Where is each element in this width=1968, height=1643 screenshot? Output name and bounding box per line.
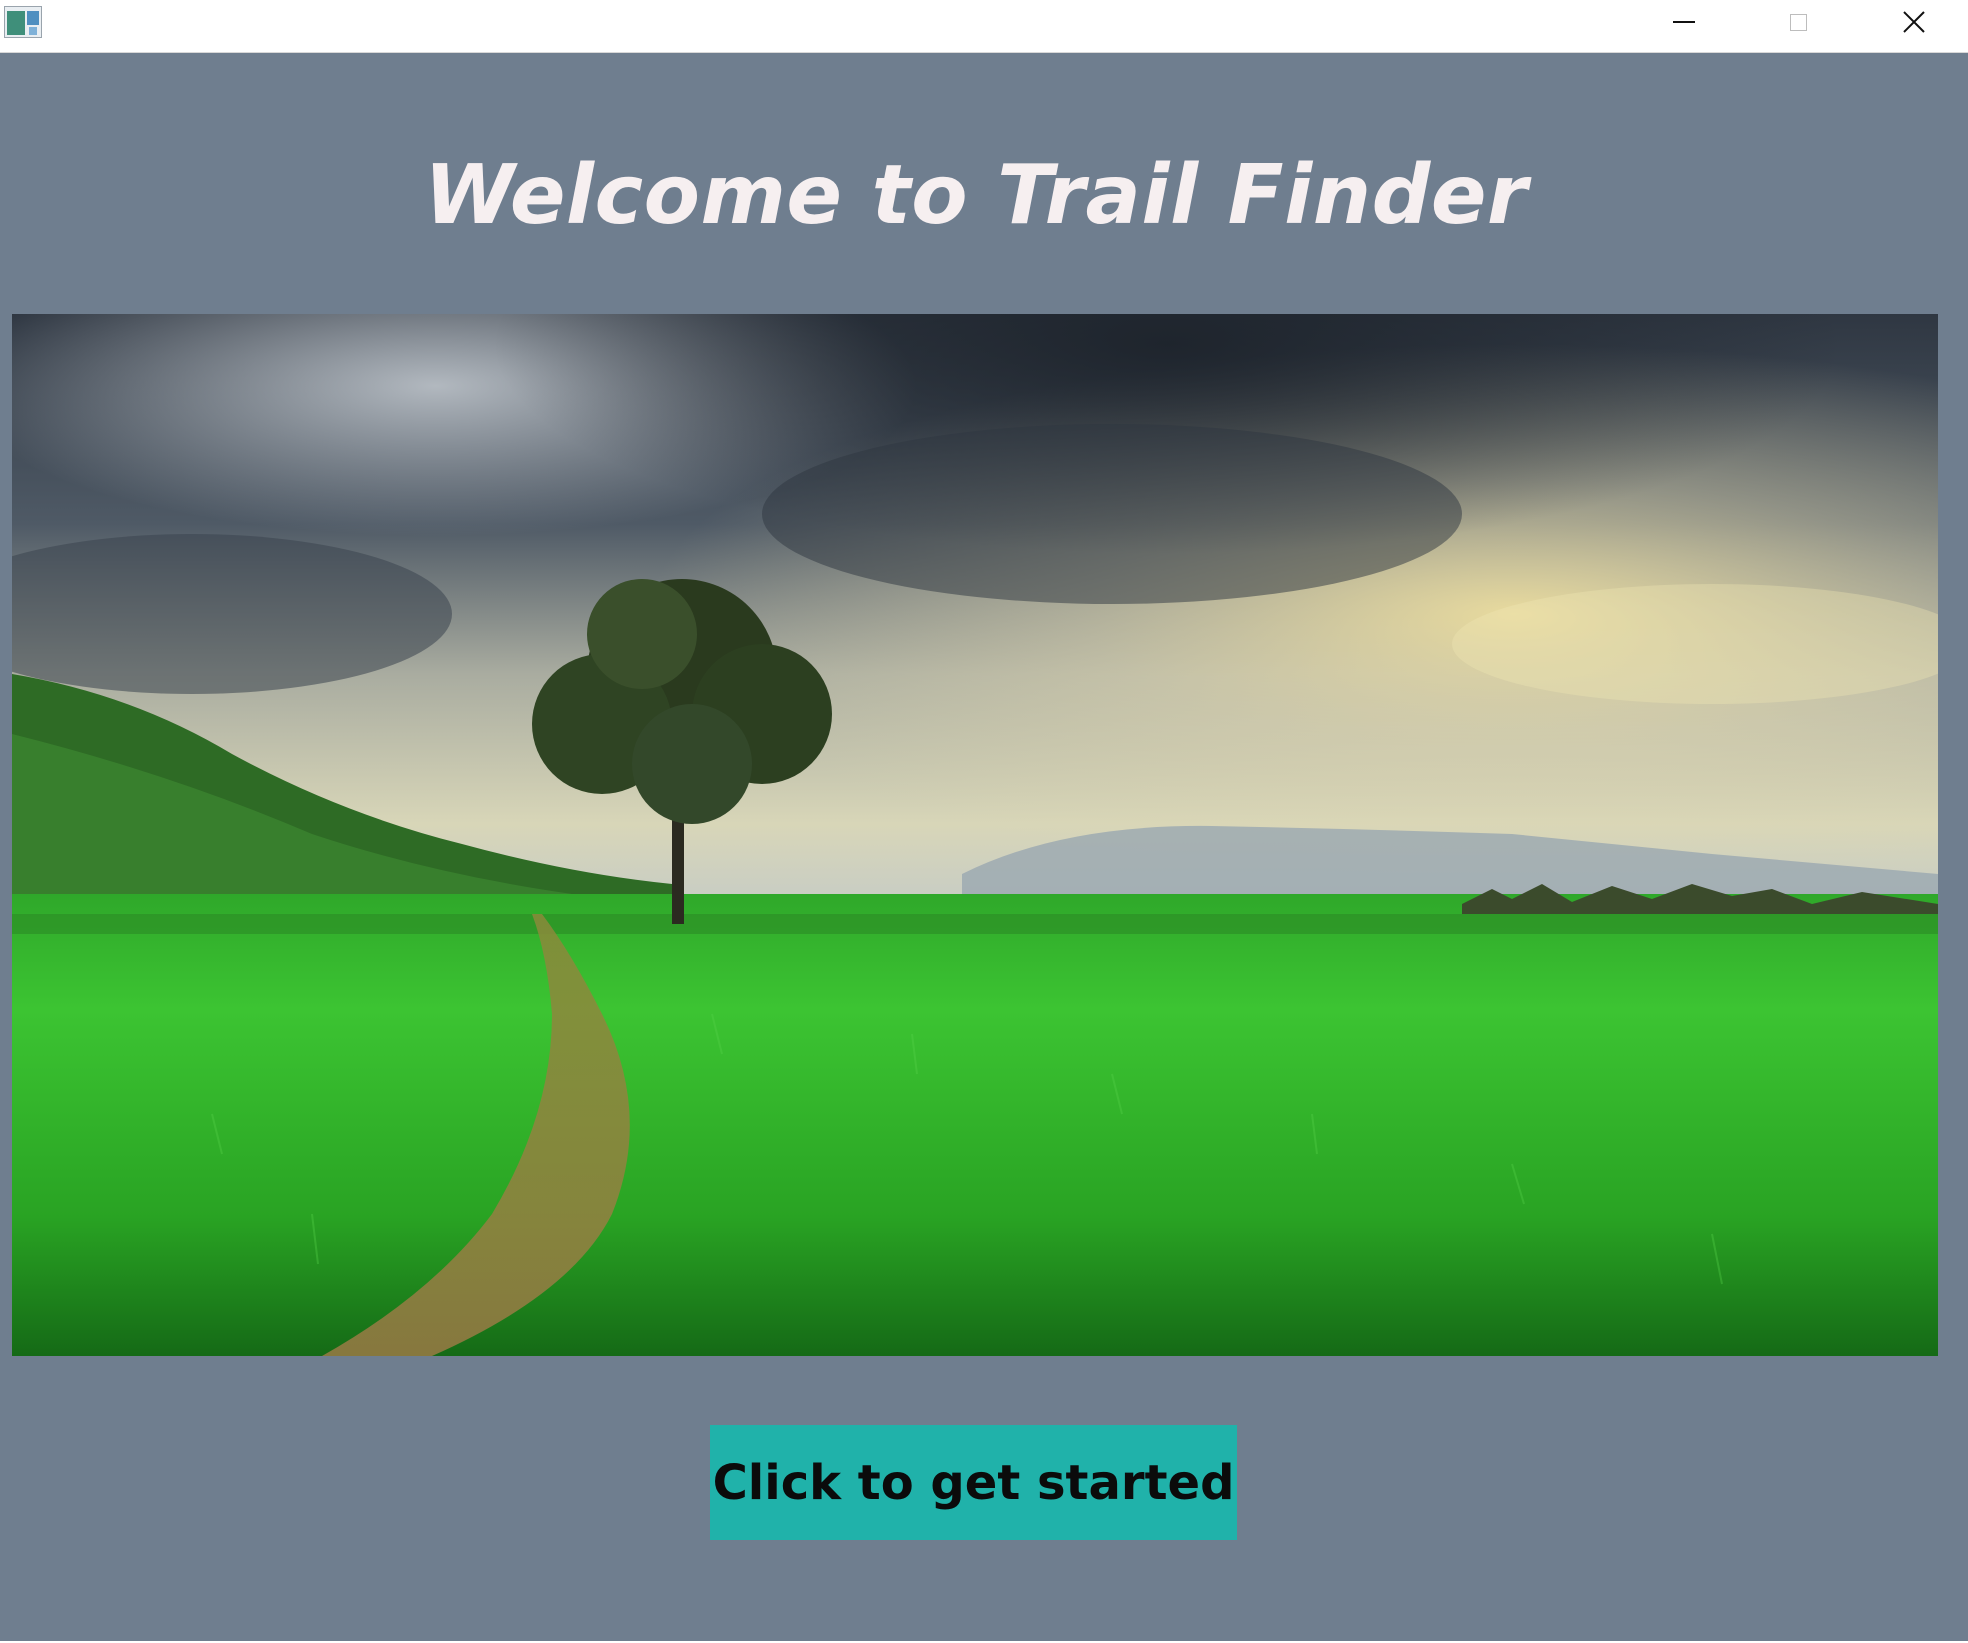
app-window: Welcome to Trail Finder Click to get sta…	[0, 0, 1968, 1643]
app-icon	[4, 6, 42, 38]
maximize-button[interactable]	[1758, 0, 1838, 44]
close-icon	[1903, 11, 1925, 33]
title-bar	[0, 0, 1968, 53]
minimize-button[interactable]	[1644, 0, 1724, 44]
close-button[interactable]	[1874, 0, 1954, 44]
minimize-icon	[1673, 21, 1695, 23]
hero-image	[12, 314, 1938, 1356]
main-content: Welcome to Trail Finder Click to get sta…	[0, 53, 1968, 1641]
get-started-button[interactable]: Click to get started	[710, 1425, 1237, 1540]
page-title: Welcome to Trail Finder	[424, 148, 1528, 243]
maximize-icon	[1789, 13, 1807, 31]
